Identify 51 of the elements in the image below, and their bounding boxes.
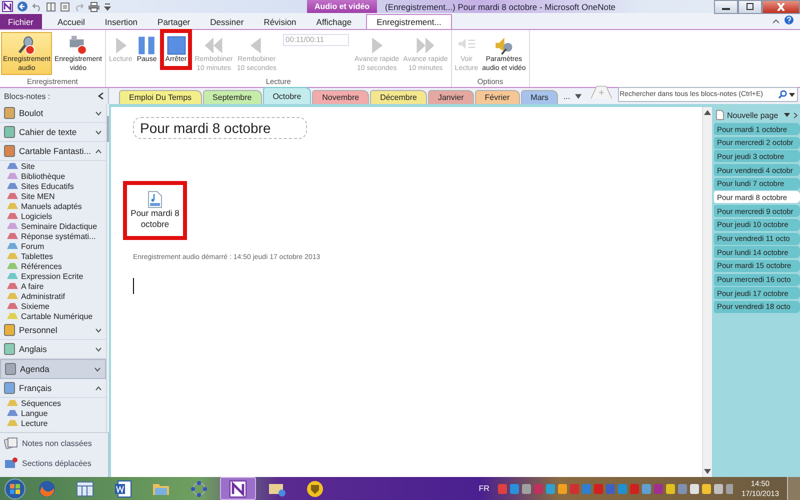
section-item[interactable]: Tablettes: [0, 251, 106, 261]
notebook-item[interactable]: Boulot: [0, 104, 106, 123]
language-indicator[interactable]: FR: [478, 484, 490, 493]
section-item[interactable]: Références: [0, 261, 106, 271]
ribbon-tab[interactable]: Partager: [148, 15, 200, 29]
section-tab[interactable]: Janvier: [428, 90, 474, 104]
section-item[interactable]: Langue: [0, 408, 106, 418]
notebook-item[interactable]: Agenda: [0, 359, 106, 379]
context-tab-label: Audio et vidéo: [307, 0, 377, 13]
section-tab[interactable]: Emploi Du Temps: [119, 90, 202, 104]
notebook-item[interactable]: Cahier de texte: [0, 123, 106, 142]
section-tab[interactable]: Septembre: [202, 90, 262, 104]
section-item[interactable]: Administratif: [0, 291, 106, 301]
section-tab[interactable]: Novembre: [312, 90, 370, 104]
ribbon-tab[interactable]: Affichage: [306, 15, 362, 29]
section-item[interactable]: Bibliothèque: [0, 171, 106, 181]
ribbon-tab[interactable]: Dessiner: [200, 15, 254, 29]
section-item[interactable]: Forum: [0, 241, 106, 251]
section-item[interactable]: Réponse systémati...: [0, 231, 106, 241]
section-tab[interactable]: Décembre: [370, 90, 427, 104]
more-sections-button[interactable]: ...: [563, 92, 570, 104]
section-item[interactable]: Lecture: [0, 418, 106, 428]
audio-attachment[interactable]: Pour mardi 8 octobre: [123, 181, 187, 240]
ribbon-tab[interactable]: Révision: [254, 15, 306, 29]
section-item[interactable]: Site MEN: [0, 191, 106, 201]
page-title[interactable]: Pour mardi 8 octobre: [133, 117, 307, 139]
section-item[interactable]: Séquences: [0, 398, 106, 408]
section-item[interactable]: Manuels adaptés: [0, 201, 106, 211]
section-item[interactable]: Cartable Numérique: [0, 311, 106, 321]
notebook-item[interactable]: Personnel: [0, 321, 106, 340]
sidebar-footer-item[interactable]: Notes non classées: [0, 433, 108, 453]
new-page-button[interactable]: Nouvelle page: [727, 110, 781, 120]
notebook-item[interactable]: Cartable Fantasti...: [0, 142, 106, 161]
file-tab[interactable]: Fichier: [0, 14, 42, 29]
window-title: (Enregistrement...) Pour mardi 8 octobre - Microsoft OneNote: [384, 2, 617, 12]
section-tab[interactable]: Février: [474, 90, 520, 104]
sidebar-title: Blocs-notes :: [4, 92, 50, 100]
section-item[interactable]: Seminaire Didactique: [0, 221, 106, 231]
section-item[interactable]: Site: [0, 161, 106, 171]
section-item[interactable]: A faire: [0, 281, 106, 291]
section-tab[interactable]: Mars: [520, 90, 558, 104]
ribbon-tab[interactable]: Accueil: [48, 15, 95, 29]
notebook-item[interactable]: Français: [0, 379, 106, 398]
ribbon-tab[interactable]: Enregistrement...: [366, 14, 452, 29]
section-item[interactable]: Sixieme: [0, 301, 106, 311]
section-tab[interactable]: Octobre: [262, 87, 312, 104]
section-item[interactable]: Logiciels: [0, 211, 106, 221]
section-item[interactable]: Sites Educatifs: [0, 181, 106, 191]
sidebar-footer-item[interactable]: Sections déplacées: [0, 453, 108, 473]
section-item[interactable]: Expression Ecrite: [0, 271, 106, 281]
ribbon-tab[interactable]: Insertion: [94, 15, 148, 29]
